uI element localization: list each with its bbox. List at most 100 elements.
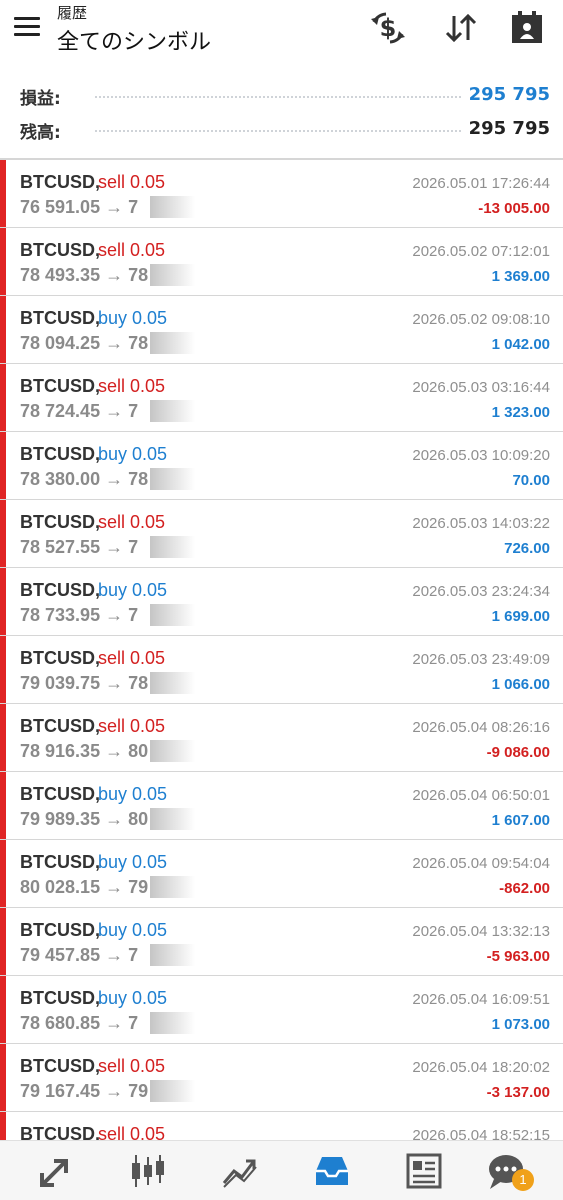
trade-row[interactable]: BTCUSD, buy 0.05 2026.05.03 10:09:20 78 380… <box>0 432 563 500</box>
redaction-mark <box>150 468 225 490</box>
trade-side: sell 0.05 <box>98 376 166 396</box>
redaction-mark <box>150 876 225 898</box>
trade-side: sell 0.05 <box>98 1056 166 1076</box>
trade-side: sell 0.05 <box>98 172 166 192</box>
trade-symbol: BTCUSD, <box>20 920 100 940</box>
trade-price: 78 380.00 → 78 <box>20 469 149 489</box>
balance-value: 295 795 <box>462 118 550 139</box>
app-header: 履歴 全てのシンボル $ <box>0 0 563 64</box>
trade-profit: -862.00 <box>499 880 550 897</box>
loss-indicator-bar <box>0 432 6 499</box>
loss-indicator-bar <box>0 976 6 1043</box>
trade-price: 78 493.35 → 78 <box>20 265 149 285</box>
trade-time: 2026.05.04 16:09:51 <box>412 991 550 1008</box>
trade-price: 78 916.35 → 80 <box>20 741 149 761</box>
summary-panel: 損益: 295 795 残高: 295 795 <box>0 78 563 146</box>
trade-profit: -13 005.00 <box>478 200 550 217</box>
trade-row[interactable]: BTCUSD, sell 0.05 2026.05.01 17:26:44 76 59… <box>0 160 563 228</box>
trade-row[interactable]: BTCUSD, sell 0.05 2026.05.04 08:26:16 78 91… <box>0 704 563 772</box>
page-title[interactable]: 全てのシンボル <box>57 24 211 56</box>
dollar-exchange-icon[interactable]: $ <box>368 8 408 48</box>
leader-dots <box>95 96 473 98</box>
trade-time: 2026.05.04 13:32:13 <box>412 923 550 940</box>
loss-indicator-bar <box>0 1112 6 1140</box>
trade-row[interactable]: BTCUSD, buy 0.05 2026.05.04 16:09:51 78 680… <box>0 976 563 1044</box>
trade-symbol: BTCUSD, <box>20 1056 100 1076</box>
trade-symbol: BTCUSD, <box>20 784 100 804</box>
trade-side: sell 0.05 <box>98 1124 166 1140</box>
trade-price: 79 167.45 → 79 <box>20 1081 149 1101</box>
header-subtitle: 履歴 <box>57 4 88 22</box>
loss-indicator-bar <box>0 160 6 227</box>
quotes-icon[interactable] <box>34 1151 78 1191</box>
loss-indicator-bar <box>0 568 6 635</box>
trade-profit: 1 323.00 <box>491 404 550 421</box>
trade-price: 79 989.35 → 80 <box>20 809 149 829</box>
redaction-mark <box>150 944 225 966</box>
trade-row[interactable]: BTCUSD, buy 0.05 2026.05.03 23:24:34 78 733… <box>0 568 563 636</box>
profit-value: 295 795 <box>462 84 550 105</box>
loss-indicator-bar <box>0 500 6 567</box>
trade-icon[interactable] <box>218 1151 262 1191</box>
trade-profit: 1 607.00 <box>491 812 550 829</box>
trade-time: 2026.05.04 08:26:16 <box>412 719 550 736</box>
trade-symbol: BTCUSD, <box>20 376 100 396</box>
trade-profit: 726.00 <box>504 540 550 557</box>
trade-side: sell 0.05 <box>98 648 166 668</box>
trade-price: 78 733.95 → 7 <box>20 605 139 625</box>
redaction-mark <box>150 264 225 286</box>
trade-profit: 1 699.00 <box>491 608 550 625</box>
trade-symbol: BTCUSD, <box>20 308 100 328</box>
trade-price: 78 724.45 → 7 <box>20 401 139 421</box>
trade-time: 2026.05.01 17:26:44 <box>412 175 550 192</box>
trade-time: 2026.05.04 18:20:02 <box>412 1059 550 1076</box>
trade-time: 2026.05.04 09:54:04 <box>412 855 550 872</box>
trade-time: 2026.05.03 03:16:44 <box>412 379 550 396</box>
loss-indicator-bar <box>0 364 6 431</box>
trade-row[interactable]: BTCUSD, buy 0.05 2026.05.04 06:50:01 79 989… <box>0 772 563 840</box>
trade-symbol: BTCUSD, <box>20 716 100 736</box>
trade-side: buy 0.05 <box>98 308 168 328</box>
calendar-icon[interactable] <box>507 8 547 48</box>
trade-row[interactable]: BTCUSD, buy 0.05 2026.05.04 09:54:04 80 028… <box>0 840 563 908</box>
history-icon[interactable] <box>310 1151 354 1191</box>
redaction-mark <box>150 400 225 422</box>
trade-symbol: BTCUSD, <box>20 648 100 668</box>
trade-row[interactable]: BTCUSD, sell 0.05 2026.05.02 07:12:01 78 49… <box>0 228 563 296</box>
redaction-mark <box>150 740 225 762</box>
trade-row[interactable]: BTCUSD, buy 0.05 2026.05.02 09:08:10 78 094… <box>0 296 563 364</box>
svg-text:$: $ <box>380 14 397 42</box>
balance-label: 残高: <box>20 118 67 143</box>
trade-time: 2026.05.02 07:12:01 <box>412 243 550 260</box>
redaction-mark <box>150 196 225 218</box>
trade-side: sell 0.05 <box>98 512 166 532</box>
leader-dots <box>95 130 473 132</box>
trade-row[interactable]: BTCUSD, sell 0.05 2026.05.04 18:20:02 79 16… <box>0 1044 563 1112</box>
trade-row[interactable]: BTCUSD, sell 0.05 2026.05.03 23:49:09 79 03… <box>0 636 563 704</box>
trade-row[interactable]: BTCUSD, sell 0.05 2026.05.03 03:16:44 78 72… <box>0 364 563 432</box>
redaction-mark <box>150 1080 225 1102</box>
trade-history-list[interactable]: BTCUSD, sell 0.05 2026.05.01 17:26:44 76 59… <box>0 160 563 1140</box>
trade-side: buy 0.05 <box>98 444 168 464</box>
trade-time: 2026.05.03 10:09:20 <box>412 447 550 464</box>
news-icon[interactable] <box>402 1151 446 1191</box>
trade-profit: -9 086.00 <box>486 744 550 761</box>
trade-price: 76 591.05 → 7 <box>20 197 139 217</box>
trade-profit: -5 963.00 <box>486 948 550 965</box>
trade-price: 78 527.55 → 7 <box>20 537 139 557</box>
redaction-mark <box>150 536 225 558</box>
chart-icon[interactable] <box>126 1151 170 1191</box>
hamburger-icon[interactable] <box>12 14 42 42</box>
chat-badge: 1 <box>512 1169 534 1191</box>
trade-profit: 1 369.00 <box>491 268 550 285</box>
sort-arrows-icon[interactable] <box>441 8 481 48</box>
trade-side: buy 0.05 <box>98 920 168 940</box>
loss-indicator-bar <box>0 772 6 839</box>
trade-row[interactable]: BTCUSD, buy 0.05 2026.05.04 13:32:13 79 457… <box>0 908 563 976</box>
redaction-mark <box>150 332 225 354</box>
trade-side: buy 0.05 <box>98 784 168 804</box>
trade-row[interactable]: BTCUSD, sell 0.05 2026.05.04 18:52:15 <box>0 1112 563 1140</box>
trade-row[interactable]: BTCUSD, sell 0.05 2026.05.03 14:03:22 78 52… <box>0 500 563 568</box>
loss-indicator-bar <box>0 840 6 907</box>
trade-time: 2026.05.03 14:03:22 <box>412 515 550 532</box>
